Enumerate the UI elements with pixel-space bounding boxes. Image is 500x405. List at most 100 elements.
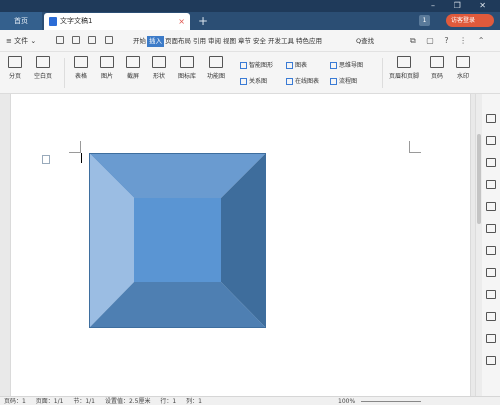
main-menu: 开始 插入 页面布局 引用 审阅 视图 章节 安全 开发工具 特色应用 [132,30,323,52]
tab-home[interactable]: 首页 [0,12,42,30]
menu-item-8[interactable]: 开发工具 [267,30,295,52]
mind-map-button[interactable]: 思维导图 [330,60,363,69]
relation-chart-button[interactable]: 关系图 [240,76,267,85]
layout-icon[interactable] [486,180,496,189]
image-icon [100,56,114,68]
help-icon[interactable] [486,356,496,365]
flowchart-button[interactable]: 流程图 [330,76,357,85]
document-title: 文字文稿1 [60,17,93,25]
document-tool-icon[interactable] [486,224,496,233]
status-page[interactable]: 页码：1 [4,398,26,405]
page-break-button[interactable]: 分页 [6,56,24,80]
status-bar: 页码：1 页面：1/1 节：1/1 设置值：2.5厘米 行：1 列：1 100% [0,396,500,405]
gallery-icon[interactable] [486,334,496,343]
window-controls[interactable]: – ❐ ✕ [431,0,494,12]
menu-item-1[interactable]: 插入 [147,36,164,47]
select-icon[interactable] [486,136,496,145]
online-chart-button[interactable]: 在线图表 [286,76,319,85]
search-button[interactable]: Q查找 [356,30,374,52]
page-number-icon [430,56,444,68]
watermark-button[interactable]: 水印 [454,56,472,80]
relation-chart-icon [240,78,247,85]
print-icon[interactable] [88,36,97,44]
quick-access-toolbar [56,36,119,46]
close-tab-icon[interactable]: × [178,13,185,30]
status-section[interactable]: 节：1/1 [73,398,95,405]
menubar-right-controls[interactable]: ⧉ ▢ ? ⋮ ⌃ [410,30,488,52]
icon-library-icon [180,56,194,68]
bevel-shape[interactable] [89,153,266,328]
scroll-thumb[interactable] [477,134,481,224]
screenshot-icon [126,56,140,68]
page-break-icon [8,56,22,68]
table-icon [74,56,88,68]
menu-item-7[interactable]: 安全 [252,30,267,52]
menu-item-9[interactable]: 特色应用 [295,30,323,52]
zoom-value[interactable]: 100% [338,398,355,405]
backup-icon[interactable] [486,290,496,299]
online-chart-icon [286,78,293,85]
tab-document[interactable]: 文字文稿1 × [44,13,190,30]
properties-icon[interactable] [486,246,496,255]
smart-graphic-button[interactable]: 智能图形 [240,60,273,69]
menu-item-5[interactable]: 视图 [222,30,237,52]
status-row[interactable]: 行：1 [160,398,176,405]
zoom-controls: 100% [338,397,425,405]
window-count-badge[interactable]: 1 [419,15,430,26]
tab-bar: 首页 文字文稿1 × + 1 访客登录 [0,12,500,30]
text-cursor [81,153,82,163]
image-button[interactable]: 图片 [98,56,116,80]
print-preview-icon[interactable] [72,36,81,44]
bevel-shape-graphic [90,154,265,327]
edit-icon[interactable] [486,114,496,123]
save-icon[interactable] [56,36,64,44]
blank-page-icon [36,56,50,68]
chart-button[interactable]: 图表 [286,60,307,69]
status-info: 页码：1 页面：1/1 节：1/1 设置值：2.5厘米 行：1 列：1 [4,397,210,405]
ribbon-divider [382,58,383,88]
title-bar [0,0,500,12]
undo-icon[interactable] [104,36,113,44]
header-footer-button[interactable]: 页眉和页脚 [386,56,422,80]
shape-button[interactable]: 形状 [150,56,168,80]
document-icon [49,17,57,26]
watermark-icon [456,56,470,68]
header-footer-icon [397,56,411,68]
insert-ribbon: 分页 空白页 表格 图片 截屏 形状 图标库 功能图 智能图形 关系图 图表 在… [0,52,500,94]
guest-login-button[interactable]: 访客登录 [446,14,494,27]
chart-icon [286,62,293,69]
page-number-button[interactable]: 页码 [428,56,446,80]
file-menu[interactable]: ≡ 文件 ⌄ [6,30,36,52]
menu-item-6[interactable]: 章节 [237,30,252,52]
image-tool-icon[interactable] [486,312,496,321]
vertical-scrollbar[interactable] [476,94,482,396]
library-icon[interactable] [486,268,496,277]
margin-corner-top-right [409,141,421,153]
menu-item-4[interactable]: 审阅 [207,30,222,52]
ribbon-divider [64,58,65,88]
menu-item-0[interactable]: 开始 [132,30,147,52]
status-col[interactable]: 列：1 [186,398,202,405]
blank-page-button[interactable]: 空白页 [30,56,56,80]
margin-corner-top-left [69,141,81,153]
table-tool-icon[interactable] [486,202,496,211]
shape-icon [152,56,166,68]
screenshot-button[interactable]: 截屏 [124,56,142,80]
status-position[interactable]: 设置值：2.5厘米 [105,398,151,405]
function-map-button[interactable]: 功能图 [204,56,228,80]
new-tab-button[interactable]: + [198,12,208,30]
menu-bar: ≡ 文件 ⌄ 开始 插入 页面布局 引用 审阅 视图 章节 安全 开发工具 特色应用 Q查找 ⧉ … [0,30,500,52]
bevel-center-face [134,198,221,282]
flowchart-icon [330,78,337,85]
menu-item-2[interactable]: 页面布局 [164,30,192,52]
mind-map-icon [330,62,337,69]
table-button[interactable]: 表格 [72,56,90,80]
zoom-slider[interactable] [361,401,422,402]
shape-style-icon[interactable] [486,158,496,167]
menu-item-3[interactable]: 引用 [192,30,207,52]
status-pages[interactable]: 页面：1/1 [36,398,64,405]
right-sidebar [475,94,500,396]
icon-library-button[interactable]: 图标库 [176,56,198,80]
function-map-icon [209,56,223,68]
paragraph-handle-icon[interactable] [42,155,50,164]
